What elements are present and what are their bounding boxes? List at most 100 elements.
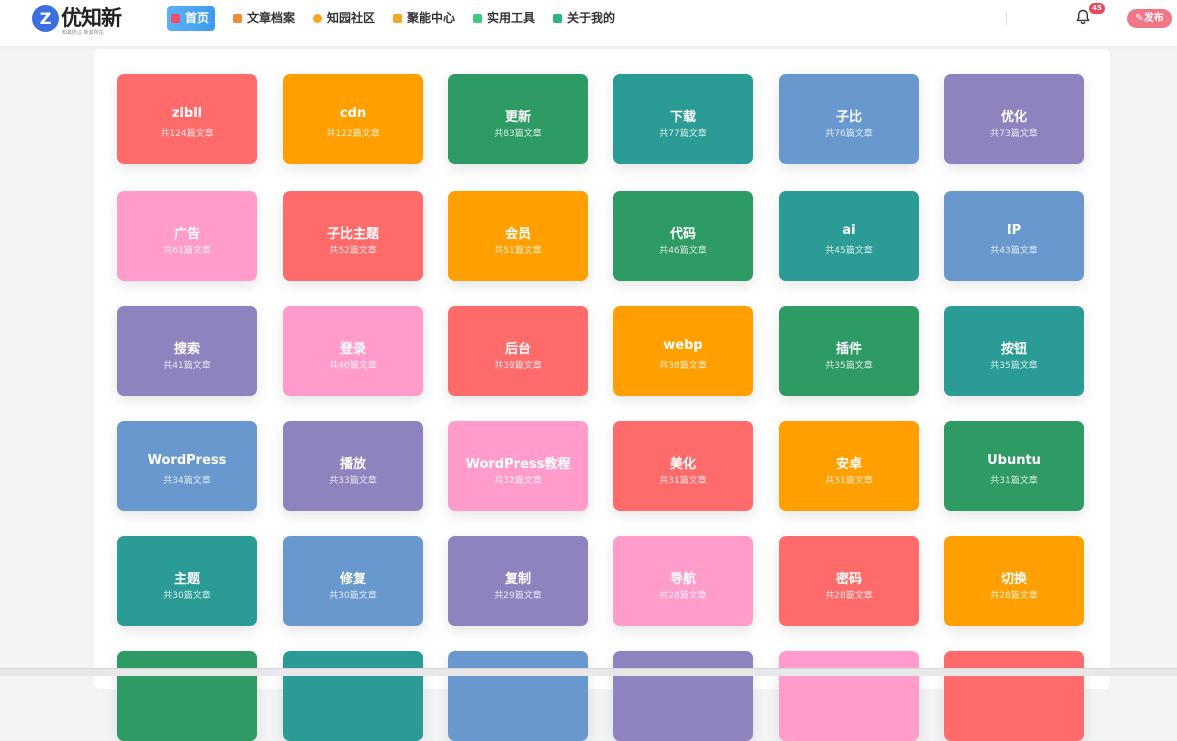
nav-item-center[interactable]: 聚能中心 <box>393 6 455 31</box>
category-tile[interactable]: Ubuntu 共31篇文章 <box>944 421 1084 511</box>
category-count: 共29篇文章 <box>494 591 542 601</box>
category-tile[interactable]: IP 共43篇文章 <box>944 191 1084 281</box>
category-tile[interactable]: 按钮共35篇文章 <box>944 306 1084 396</box>
category-tile[interactable]: 会员 共51篇文章 <box>448 191 588 281</box>
category-tile[interactable]: WordPress 共34篇文章 <box>117 421 257 511</box>
nav-item-label: 首页 <box>185 11 210 25</box>
notification-badge: 45 <box>1089 3 1105 14</box>
category-tile[interactable]: zibll 共124篇文章 <box>117 74 257 164</box>
nav-item-about[interactable]: 关于我的 <box>553 6 615 31</box>
site-header: Z 优知新 知其所以 新其所在 首页 文章档案 知园社区 聚能中心 实用工具 关… <box>0 0 1177 46</box>
category-tile[interactable]: 搜索共41篇文章 <box>117 306 257 396</box>
nav-item-archive[interactable]: 文章档案 <box>233 6 295 31</box>
nav-item-tools[interactable]: 实用工具 <box>473 6 535 31</box>
category-tile[interactable] <box>779 651 919 741</box>
category-tile[interactable]: 代码 共46篇文章 <box>613 191 753 281</box>
category-tile[interactable] <box>283 651 423 741</box>
category-name: 主题 <box>173 572 200 587</box>
window-bottom-edge <box>0 668 1177 676</box>
publish-button[interactable]: ✎发布 <box>1127 9 1172 28</box>
category-name: 后台 <box>504 342 531 357</box>
category-count: 共32篇文章 <box>494 476 542 486</box>
category-name: 按钮 <box>1000 342 1027 357</box>
grid-icon <box>473 14 482 23</box>
category-tile[interactable]: cdn 共122篇文章 <box>283 74 423 164</box>
shield-icon <box>393 14 402 23</box>
category-tile[interactable]: 主题 共30篇文章 <box>117 536 257 626</box>
category-count: 共122篇文章 <box>326 129 380 139</box>
category-count: 共31篇文章 <box>825 476 873 486</box>
category-name: 代码 <box>669 227 696 242</box>
category-name: 子比 <box>835 110 862 125</box>
nav-item-label: 实用工具 <box>487 11 536 25</box>
category-name: 搜索 <box>173 342 200 357</box>
category-tile[interactable]: 切换共28篇文章 <box>944 536 1084 626</box>
category-count: 共39篇文章 <box>494 361 542 371</box>
nav-item-home[interactable]: 首页 <box>167 6 216 31</box>
category-count: 共73篇文章 <box>990 129 1038 139</box>
category-count: 共41篇文章 <box>163 361 211 371</box>
category-count: 共38篇文章 <box>659 361 707 371</box>
category-name: webp <box>663 338 703 353</box>
category-name: 密码 <box>835 572 862 587</box>
category-tile[interactable]: 广告共61篇文章 <box>117 191 257 281</box>
category-tile[interactable] <box>117 651 257 741</box>
category-count: 共40篇文章 <box>329 361 377 371</box>
category-count: 共43篇文章 <box>990 246 1038 256</box>
category-tile[interactable]: ai 共45篇文章 <box>779 191 919 281</box>
category-tile[interactable]: 美化 共31篇文章 <box>613 421 753 511</box>
category-tile[interactable]: 子比主题 共52篇文章 <box>283 191 423 281</box>
category-name: 修复 <box>339 572 366 587</box>
nav-item-label: 关于我的 <box>567 11 616 25</box>
category-count: 共28篇文章 <box>825 591 873 601</box>
category-count: 共124篇文章 <box>160 129 214 139</box>
category-tile[interactable]: 修复共30篇文章 <box>283 536 423 626</box>
category-tile[interactable]: WordPress教程共32篇文章 <box>448 421 588 511</box>
category-tile[interactable] <box>613 651 753 741</box>
category-tile[interactable]: 安卓共31篇文章 <box>779 421 919 511</box>
category-count: 共77篇文章 <box>659 129 707 139</box>
category-tile[interactable] <box>448 651 588 741</box>
category-count: 共35篇文章 <box>825 361 873 371</box>
category-tile[interactable]: 优化共73篇文章 <box>944 74 1084 164</box>
category-tile[interactable]: 子比 共76篇文章 <box>779 74 919 164</box>
category-name: ai <box>842 223 856 238</box>
category-name: 复制 <box>504 572 531 587</box>
category-tile[interactable]: 播放 共33篇文章 <box>283 421 423 511</box>
category-count: 共83篇文章 <box>494 129 542 139</box>
category-count: 共61篇文章 <box>163 246 211 256</box>
category-name: 广告 <box>173 227 200 242</box>
nav-item-community[interactable]: 知园社区 <box>313 6 375 31</box>
logo-mark-icon: Z <box>32 5 59 32</box>
category-name: zibll <box>171 106 203 121</box>
category-count: 共28篇文章 <box>990 591 1038 601</box>
site-logo[interactable]: Z 优知新 知其所以 新其所在 <box>32 5 122 36</box>
category-tile[interactable]: 复制共29篇文章 <box>448 536 588 626</box>
category-tile[interactable]: 登录 共40篇文章 <box>283 306 423 396</box>
chat-icon <box>313 14 322 23</box>
category-tile[interactable]: 下载共77篇文章 <box>613 74 753 164</box>
category-count: 共31篇文章 <box>659 476 707 486</box>
nav-divider <box>1006 11 1007 25</box>
home-icon <box>171 14 180 23</box>
category-tile[interactable] <box>944 651 1084 741</box>
category-tile[interactable]: 更新 共83篇文章 <box>448 74 588 164</box>
category-name: 优化 <box>1000 110 1027 125</box>
category-name: 下载 <box>669 110 696 125</box>
category-name: Ubuntu <box>987 453 1041 468</box>
category-count: 共35篇文章 <box>990 361 1038 371</box>
category-count: 共33篇文章 <box>329 476 377 486</box>
nav-item-label: 知园社区 <box>327 11 376 25</box>
category-tile[interactable]: webp 共38篇文章 <box>613 306 753 396</box>
category-name: WordPress教程 <box>465 457 571 472</box>
category-grid: zibll 共124篇文章 cdn 共122篇文章 更新 共83篇文章 下载 共77篇文章 子比… <box>94 49 1110 741</box>
category-tile[interactable]: 后台共39篇文章 <box>448 306 588 396</box>
category-tile[interactable]: 密码共28篇文章 <box>779 536 919 626</box>
category-count: 共30篇文章 <box>329 591 377 601</box>
nav-item-label: 聚能中心 <box>407 11 456 25</box>
book-icon <box>553 14 562 23</box>
category-name: 安卓 <box>835 457 862 472</box>
category-tile[interactable]: 插件 共35篇文章 <box>779 306 919 396</box>
category-tile[interactable]: 导航 共28篇文章 <box>613 536 753 626</box>
category-name: 切换 <box>1000 572 1027 587</box>
